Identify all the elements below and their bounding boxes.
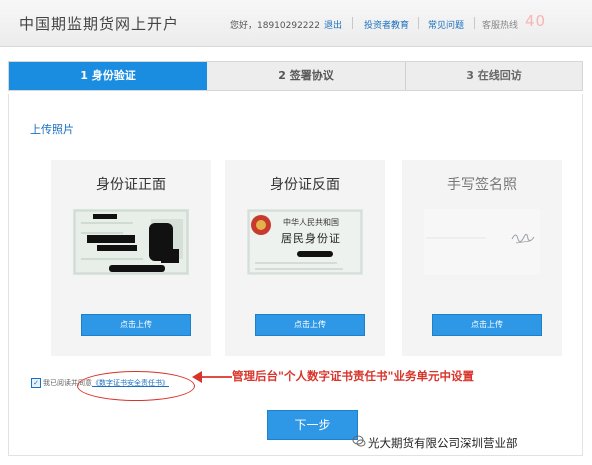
upload-signature-button[interactable]: 点击上传 bbox=[432, 314, 542, 336]
id-back-text-2: 居民身份证 bbox=[281, 232, 341, 245]
divider bbox=[352, 17, 353, 29]
card-title: 手写签名照 bbox=[447, 177, 517, 193]
id-back-photo: 中华人民共和国 居民身份证 bbox=[247, 209, 363, 275]
greeting-text: 您好，18910292222 bbox=[230, 21, 320, 31]
next-step-button[interactable]: 下一步 bbox=[267, 410, 358, 440]
step-online-callback: 3 在线回访 bbox=[466, 69, 522, 82]
step-progress: 1 身份验证 2 签署协议 3 在线回访 bbox=[8, 61, 583, 91]
annotation-arrow-icon bbox=[192, 371, 232, 383]
top-bar: 中国期监期货网上开户 您好，18910292222 退出 投资者教育 常见问题 客… bbox=[0, 0, 592, 47]
faq-link[interactable]: 常见问题 bbox=[428, 18, 464, 31]
section-title: 上传照片 bbox=[30, 123, 74, 136]
signature-photo bbox=[424, 209, 540, 275]
hotline-label: 客服热线 bbox=[482, 21, 519, 31]
id-back-text-1: 中华人民共和国 bbox=[283, 218, 339, 227]
user-greeting: 您好，18910292222 退出 bbox=[230, 18, 342, 31]
watermark-text: 光大期货有限公司深圳营业部 bbox=[368, 436, 518, 450]
divider bbox=[418, 17, 419, 29]
divider bbox=[474, 17, 475, 29]
hotline-number: 40 bbox=[525, 12, 547, 30]
agree-checkbox[interactable]: ✓ bbox=[31, 378, 41, 388]
card-id-back: 身份证反面 中华人民共和国 居民身份证 点击上传 bbox=[225, 160, 385, 356]
annotation-note: 管理后台"个人数字证书责任书"业务单元中设置 bbox=[232, 369, 474, 383]
card-title: 身份证正面 bbox=[96, 177, 166, 193]
logout-link[interactable]: 退出 bbox=[324, 21, 342, 31]
card-signature: 手写签名照 点击上传 bbox=[402, 160, 562, 356]
highlight-oval bbox=[77, 371, 195, 401]
upload-id-back-button[interactable]: 点击上传 bbox=[255, 314, 365, 336]
site-title: 中国期监期货网上开户 bbox=[19, 15, 180, 33]
wechat-icon bbox=[352, 435, 366, 447]
card-title: 身份证反面 bbox=[270, 177, 340, 193]
investor-education-link[interactable]: 投资者教育 bbox=[364, 18, 409, 31]
upload-id-front-button[interactable]: 点击上传 bbox=[81, 314, 191, 336]
id-front-photo bbox=[73, 209, 189, 275]
step-sign-agreement: 2 签署协议 bbox=[278, 69, 334, 82]
card-id-front: 身份证正面 点击上传 bbox=[51, 160, 211, 356]
step-identity-verification: 1 身份验证 bbox=[9, 62, 207, 90]
